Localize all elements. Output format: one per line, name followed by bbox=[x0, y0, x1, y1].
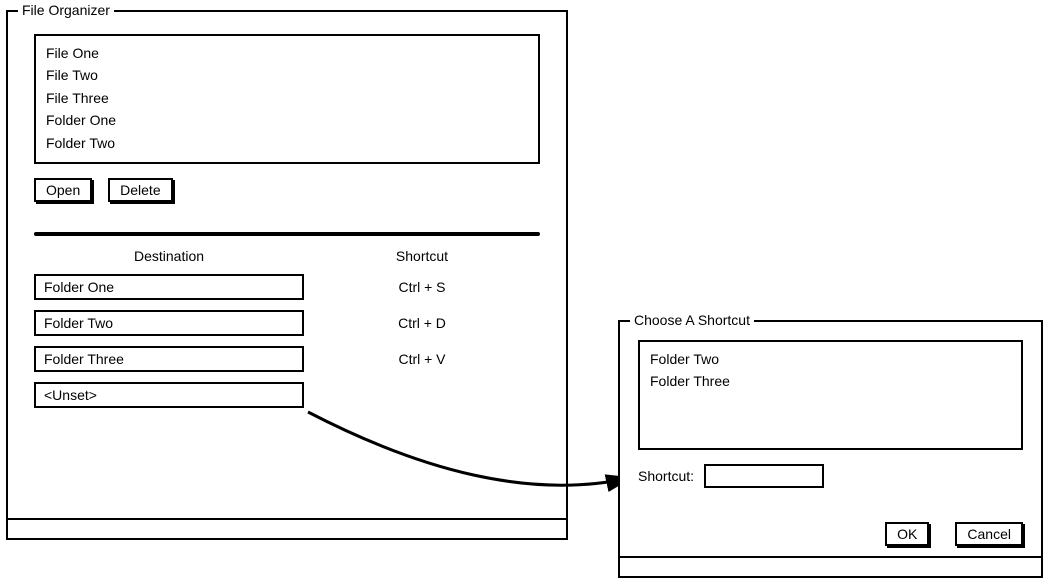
dialog-title: Choose A Shortcut bbox=[630, 312, 754, 328]
choose-shortcut-dialog: Choose A Shortcut Folder Two Folder Thre… bbox=[618, 320, 1043, 578]
list-item[interactable]: Folder Two bbox=[650, 348, 1011, 370]
shortcut-value: Ctrl + D bbox=[304, 315, 540, 331]
header-shortcut: Shortcut bbox=[304, 248, 540, 264]
ok-button[interactable]: OK bbox=[885, 522, 929, 546]
mapping-headers: Destination Shortcut bbox=[34, 248, 540, 264]
destination-field[interactable]: Folder Two bbox=[34, 310, 304, 336]
destination-field[interactable]: Folder Three bbox=[34, 346, 304, 372]
main-window-title: File Organizer bbox=[18, 2, 114, 18]
delete-button[interactable]: Delete bbox=[108, 178, 172, 202]
file-organizer-window: File Organizer File One File Two File Th… bbox=[6, 10, 568, 540]
shortcut-value: Ctrl + V bbox=[304, 351, 540, 367]
main-window-footer bbox=[8, 518, 566, 538]
list-item[interactable]: File One bbox=[46, 42, 528, 64]
open-button[interactable]: Open bbox=[34, 178, 92, 202]
dialog-footer bbox=[620, 556, 1041, 576]
header-destination: Destination bbox=[34, 248, 304, 264]
list-item[interactable]: Folder Two bbox=[46, 132, 528, 154]
mapping-row: Folder Three Ctrl + V bbox=[34, 346, 540, 372]
mapping-row: <Unset> bbox=[34, 382, 540, 408]
mapping-row: Folder One Ctrl + S bbox=[34, 274, 540, 300]
list-item[interactable]: File Two bbox=[46, 64, 528, 86]
mapping-row: Folder Two Ctrl + D bbox=[34, 310, 540, 336]
shortcut-option-list[interactable]: Folder Two Folder Three bbox=[638, 340, 1023, 450]
shortcut-label: Shortcut: bbox=[638, 468, 694, 484]
shortcut-input[interactable] bbox=[704, 464, 824, 488]
destination-field[interactable]: Folder One bbox=[34, 274, 304, 300]
list-item[interactable]: Folder Three bbox=[650, 370, 1011, 392]
destination-field[interactable]: <Unset> bbox=[34, 382, 304, 408]
file-list[interactable]: File One File Two File Three Folder One … bbox=[34, 34, 540, 164]
list-item[interactable]: Folder One bbox=[46, 109, 528, 131]
section-divider bbox=[34, 232, 540, 236]
list-item[interactable]: File Three bbox=[46, 87, 528, 109]
cancel-button[interactable]: Cancel bbox=[955, 522, 1023, 546]
shortcut-value: Ctrl + S bbox=[304, 279, 540, 295]
